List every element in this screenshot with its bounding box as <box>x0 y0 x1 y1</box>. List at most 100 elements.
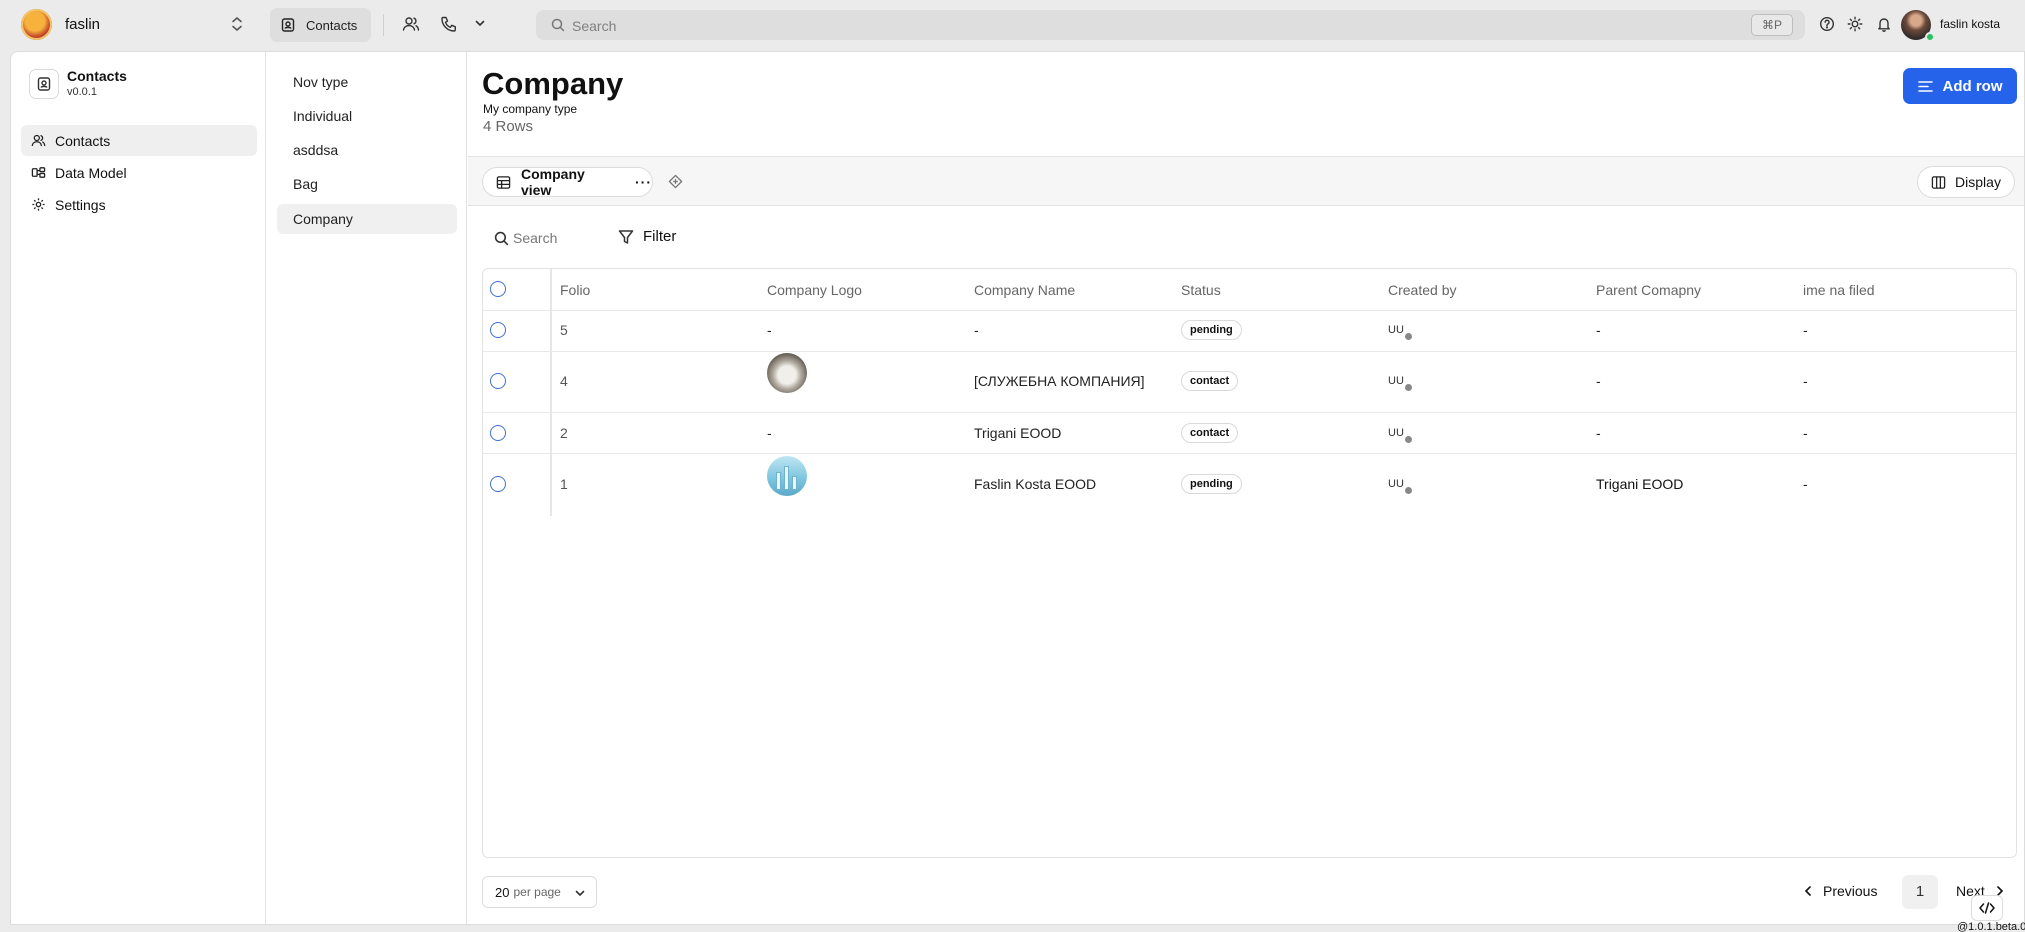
page-number-button[interactable]: 1 <box>1902 875 1938 909</box>
users-icon[interactable] <box>402 15 420 33</box>
select-all-checkbox[interactable] <box>490 281 506 297</box>
status-badge: pending <box>1181 474 1242 494</box>
workspace-name[interactable]: faslin <box>65 16 100 33</box>
cell-folio: 1 <box>560 476 568 492</box>
cell-parent-company[interactable]: Trigani EOOD <box>1596 476 1683 492</box>
company-logo-image[interactable] <box>767 456 807 496</box>
notifications-bell-icon[interactable] <box>1876 16 1892 32</box>
chevron-down-icon[interactable] <box>474 17 486 29</box>
add-view-icon[interactable] <box>668 174 683 189</box>
per-page-value: 20 <box>495 884 510 900</box>
column-header-parent-company[interactable]: Parent Comapny <box>1596 282 1701 298</box>
view-bar: Company view ··· Display <box>468 156 2024 206</box>
cell-company-name: - <box>974 322 979 338</box>
sidebar-item-label: Data Model <box>55 164 127 181</box>
cell-folio: 5 <box>560 322 568 338</box>
creator-avatar: UU <box>1388 475 1412 494</box>
theme-toggle-icon[interactable] <box>1847 16 1863 32</box>
table-search-input[interactable]: Search <box>513 230 557 246</box>
creator-avatar: UU <box>1388 372 1412 391</box>
developer-tools-button[interactable] <box>1971 895 2003 921</box>
row-divider <box>483 351 2016 352</box>
column-header-company-name[interactable]: Company Name <box>974 282 1075 298</box>
creator-status-dot <box>1405 487 1412 494</box>
creator-avatar: UU <box>1388 321 1412 340</box>
per-page-select[interactable]: 20 per page <box>482 876 597 908</box>
view-selector[interactable]: Company view ··· <box>482 166 653 198</box>
view-more-icon[interactable]: ··· <box>635 174 652 190</box>
creator-initials: UU <box>1388 324 1404 336</box>
cell-parent-company: - <box>1596 373 1601 389</box>
users-icon <box>31 133 46 148</box>
company-logo-image[interactable] <box>767 353 807 393</box>
content-area: Company My company type 4 Rows Add row C… <box>468 52 2024 924</box>
row-checkbox[interactable] <box>490 373 506 389</box>
data-model-icon <box>31 165 46 180</box>
cell-company-logo: - <box>767 425 772 441</box>
search-shortcut: ⌘P <box>1751 14 1793 36</box>
building-shape <box>792 476 797 490</box>
workspace-switch-icon[interactable] <box>230 16 244 32</box>
app-version: v0.0.1 <box>67 86 97 98</box>
status-badge: pending <box>1181 320 1242 340</box>
type-item-nov-type[interactable]: Nov type <box>277 67 457 97</box>
per-page-label: per page <box>513 885 561 899</box>
cell-ime-na-filed: - <box>1803 425 1808 441</box>
display-button[interactable]: Display <box>1917 166 2015 198</box>
cell-company-name: Faslin Kosta EOOD <box>974 476 1097 492</box>
contacts-app-icon <box>29 69 59 99</box>
table-icon <box>496 175 511 190</box>
app-version-tag: @1.0.1.beta.0 <box>1957 921 2025 932</box>
search-icon <box>551 18 565 32</box>
type-item-individual[interactable]: Individual <box>277 101 457 131</box>
app-sidebar: Contacts v0.0.1 Contacts Data Model Sett… <box>11 52 266 924</box>
previous-page-button[interactable]: Previous <box>1803 883 1877 899</box>
row-divider <box>483 412 2016 413</box>
creator-initials: UU <box>1388 478 1404 490</box>
column-header-created-by[interactable]: Created by <box>1388 282 1456 298</box>
row-divider <box>483 453 2016 454</box>
type-item-bag[interactable]: Bag <box>277 169 457 199</box>
row-checkbox[interactable] <box>490 425 506 441</box>
column-header-ime-na-filed[interactable]: ime na filed <box>1803 282 1875 298</box>
sidebar-item-contacts[interactable]: Contacts <box>21 125 257 156</box>
column-header-folio[interactable]: Folio <box>560 282 590 298</box>
global-search[interactable]: Search ⌘P <box>536 10 1805 40</box>
cell-parent-company: - <box>1596 322 1601 338</box>
cell-company-name: Trigani EOOD <box>974 425 1062 441</box>
status-badge: contact <box>1181 423 1239 443</box>
add-row-icon <box>1917 80 1933 93</box>
previous-label: Previous <box>1823 883 1878 899</box>
sidebar-item-settings[interactable]: Settings <box>21 189 257 220</box>
app-tab-label: Contacts <box>306 17 358 33</box>
gear-icon <box>31 197 46 212</box>
page-subtitle: My company type <box>483 102 578 116</box>
add-row-button[interactable]: Add row <box>1903 68 2017 104</box>
sidebar-item-label: Settings <box>55 196 106 213</box>
display-label: Display <box>1955 174 2001 190</box>
search-icon <box>494 231 509 246</box>
user-name[interactable]: faslin kosta <box>1940 17 2000 31</box>
contact-type-list: Nov type Individual asddsa Bag Company <box>267 52 467 924</box>
sidebar-item-data-model[interactable]: Data Model <box>21 157 257 188</box>
workspace-avatar[interactable] <box>21 9 52 40</box>
help-icon[interactable] <box>1819 16 1835 32</box>
app-tab-contacts[interactable]: Contacts <box>270 8 371 42</box>
cell-ime-na-filed: - <box>1803 476 1808 492</box>
filter-icon[interactable] <box>618 229 634 245</box>
status-badge: contact <box>1181 371 1239 391</box>
add-row-label: Add row <box>1942 77 2003 95</box>
phone-icon[interactable] <box>440 15 458 33</box>
creator-status-dot <box>1405 333 1412 340</box>
column-header-status[interactable]: Status <box>1181 282 1221 298</box>
row-checkbox[interactable] <box>490 322 506 338</box>
type-item-company[interactable]: Company <box>277 204 457 234</box>
chevron-down-icon <box>574 887 586 899</box>
chevron-left-icon <box>1803 885 1813 897</box>
column-header-company-logo[interactable]: Company Logo <box>767 282 862 298</box>
type-item-asddsa[interactable]: asddsa <box>277 135 457 165</box>
row-checkbox[interactable] <box>490 476 506 492</box>
global-search-placeholder: Search <box>572 18 617 34</box>
column-divider <box>550 269 552 516</box>
filter-button[interactable]: Filter <box>643 228 676 245</box>
